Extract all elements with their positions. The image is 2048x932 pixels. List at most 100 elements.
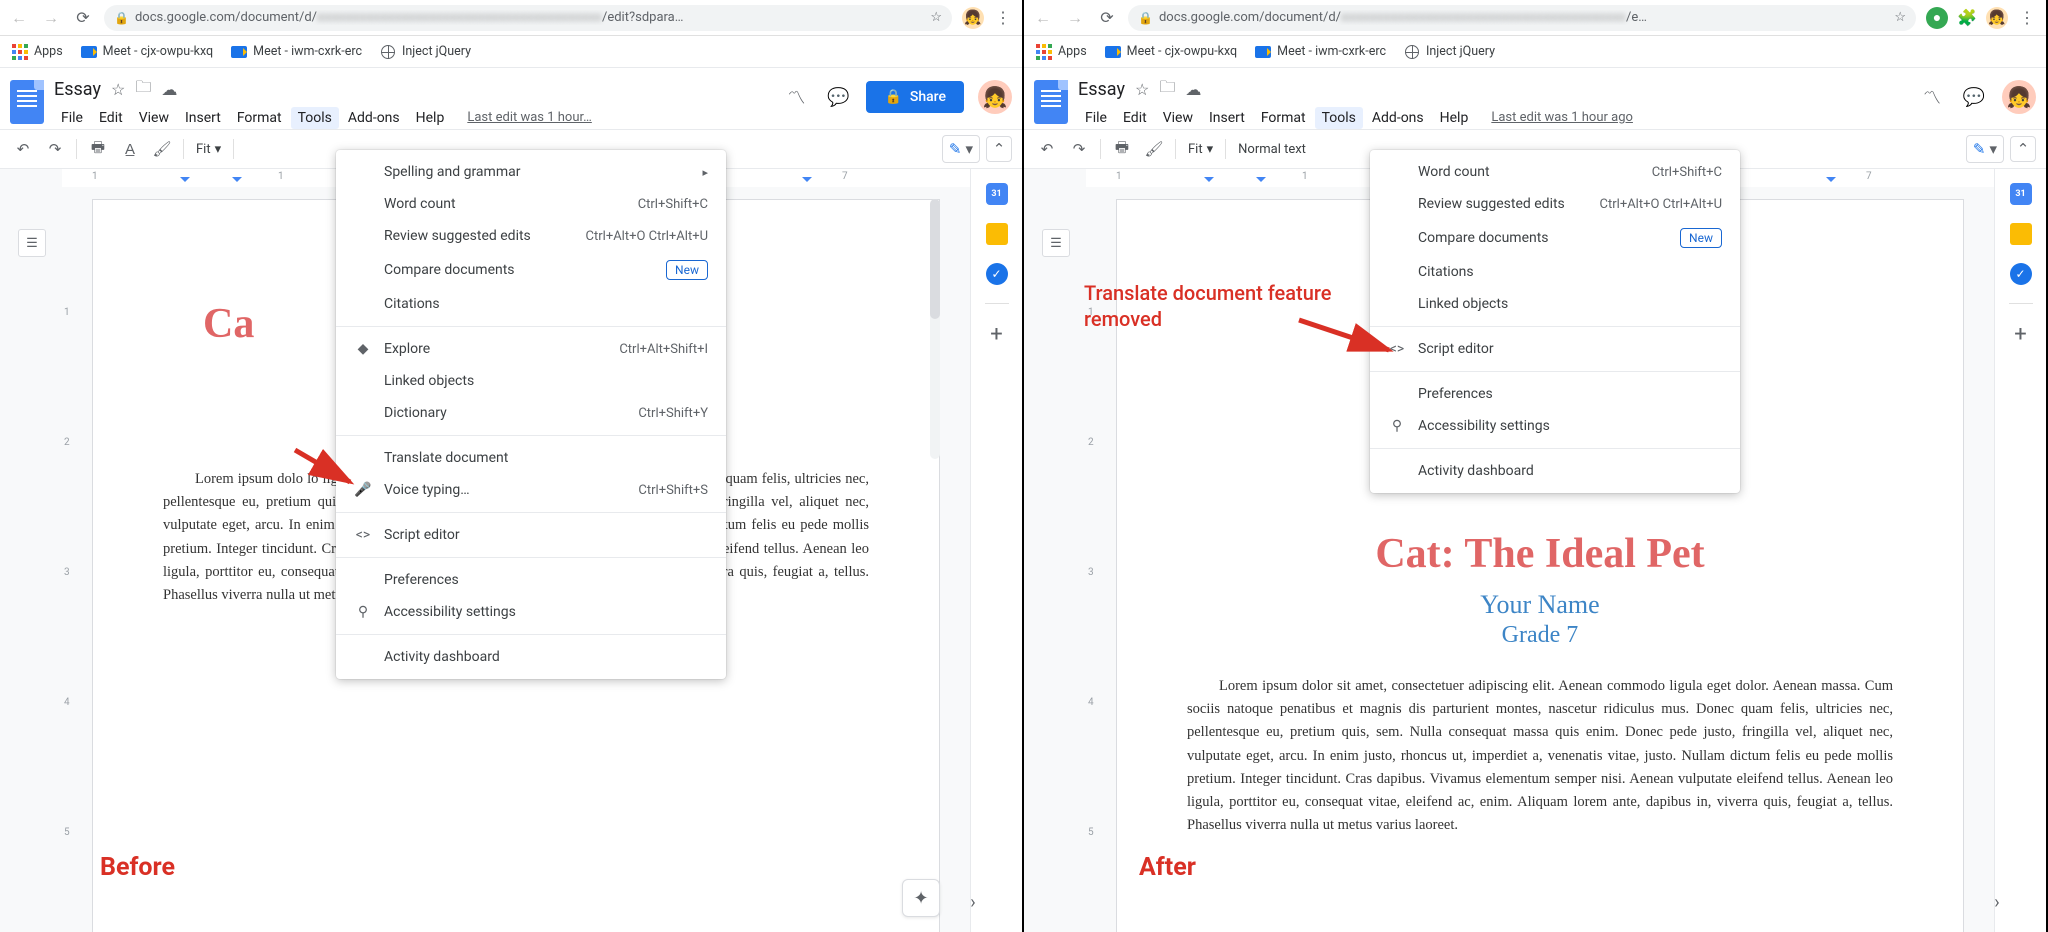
indent-marker-icon[interactable] [1256, 177, 1266, 187]
menu-edit[interactable]: Edit [92, 107, 130, 129]
menu-item-a11y[interactable]: ⚲Accessibility settings [1370, 410, 1740, 442]
editing-mode-button[interactable]: ✎▾ [1966, 135, 2004, 163]
collapse-sidebar-icon[interactable]: ⌃ [986, 136, 1012, 162]
keep-icon[interactable] [2010, 223, 2032, 245]
profile-avatar-icon[interactable]: 👧 [962, 7, 984, 29]
menu-item-compare[interactable]: Compare documentsNew [336, 252, 726, 288]
outline-toggle-icon[interactable]: ☰ [18, 229, 46, 257]
menu-view[interactable]: View [132, 107, 176, 129]
outline-toggle-icon[interactable]: ☰ [1042, 229, 1070, 257]
last-edit-link[interactable]: Last edit was 1 hour ago [1491, 107, 1633, 129]
ext-icon-1[interactable]: ● [1926, 7, 1948, 29]
tasks-icon[interactable] [986, 263, 1008, 285]
menu-item-prefs[interactable]: Preferences [1370, 378, 1740, 410]
menu-item-prefs[interactable]: Preferences [336, 564, 726, 596]
menu-help[interactable]: Help [409, 107, 452, 129]
star-doc-icon[interactable]: ☆ [1135, 80, 1149, 99]
menu-item-compare[interactable]: Compare documentsNew [1370, 220, 1740, 256]
bookmark-inject[interactable]: Inject jQuery [380, 44, 471, 60]
bookmark-apps[interactable]: Apps [1036, 44, 1087, 60]
indent-marker-icon[interactable] [180, 177, 190, 187]
star-doc-icon[interactable]: ☆ [111, 80, 125, 99]
address-bar[interactable]: 🔒 docs.google.com/document/d/xxxxxxxxxxx… [104, 5, 952, 31]
next-page-icon[interactable]: › [1982, 887, 2012, 917]
comments-icon[interactable]: 💬 [824, 83, 852, 111]
print-icon[interactable]: 🖶 [85, 136, 111, 162]
keep-icon[interactable] [986, 223, 1008, 245]
trend-icon[interactable]: 〽 [782, 83, 810, 111]
menu-item-review[interactable]: Review suggested editsCtrl+Alt+O Ctrl+Al… [336, 220, 726, 252]
menu-item-wordcount[interactable]: Word countCtrl+Shift+C [1370, 156, 1740, 188]
vertical-ruler[interactable]: 1 2 3 4 5 [62, 187, 78, 932]
nav-forward-icon[interactable]: → [1064, 7, 1086, 29]
menu-insert[interactable]: Insert [1202, 107, 1252, 129]
trend-icon[interactable]: 〽 [1918, 83, 1946, 111]
tasks-icon[interactable] [2010, 263, 2032, 285]
nav-back-icon[interactable]: ← [8, 7, 30, 29]
comments-icon[interactable]: 💬 [1960, 83, 1988, 111]
extensions-puzzle-icon[interactable]: 🧩 [1956, 7, 1978, 29]
account-avatar-icon[interactable]: 👧 [978, 80, 1012, 114]
bookmark-meet-1[interactable]: Meet - cjx-owpu-kxq [81, 44, 214, 60]
menu-item-linked[interactable]: Linked objects [336, 365, 726, 397]
chrome-menu-icon[interactable]: ⋮ [992, 7, 1014, 29]
zoom-select[interactable]: Fit▾ [192, 142, 225, 157]
explore-fab-icon[interactable]: ✦ [902, 879, 940, 917]
menu-item-dictionary[interactable]: DictionaryCtrl+Shift+Y [336, 397, 726, 429]
collapse-sidebar-icon[interactable]: ⌃ [2010, 136, 2036, 162]
star-icon[interactable]: ☆ [930, 10, 942, 25]
menu-item-citations[interactable]: Citations [1370, 256, 1740, 288]
menu-insert[interactable]: Insert [178, 107, 228, 129]
chrome-menu-icon[interactable]: ⋮ [2016, 7, 2038, 29]
bookmark-inject[interactable]: Inject jQuery [1404, 44, 1495, 60]
document-title[interactable]: Essay [54, 79, 101, 100]
menu-item-explore[interactable]: ◆ExploreCtrl+Alt+Shift+I [336, 333, 726, 365]
menu-addons[interactable]: Add-ons [341, 107, 407, 129]
side-panel-add-icon[interactable]: + [990, 322, 1002, 347]
menu-item-spelling[interactable]: Spelling and grammar▸ [336, 156, 726, 188]
zoom-select[interactable]: Fit▾ [1184, 142, 1217, 157]
calendar-icon[interactable] [986, 183, 1008, 205]
nav-forward-icon[interactable]: → [40, 7, 62, 29]
bookmark-meet-1[interactable]: Meet - cjx-owpu-kxq [1105, 44, 1238, 60]
bookmark-meet-2[interactable]: Meet - iwm-cxrk-erc [231, 44, 362, 60]
style-select[interactable]: Normal text [1234, 142, 1310, 157]
undo-icon[interactable]: ↶ [10, 136, 36, 162]
share-button[interactable]: 🔒 Share [866, 81, 964, 113]
menu-format[interactable]: Format [1254, 107, 1313, 129]
cloud-status-icon[interactable]: ☁ [161, 80, 177, 99]
calendar-icon[interactable] [2010, 183, 2032, 205]
document-title[interactable]: Essay [1078, 79, 1125, 100]
menu-item-citations[interactable]: Citations [336, 288, 726, 320]
menu-item-translate[interactable]: Translate document [336, 442, 726, 474]
indent-marker-icon[interactable] [1204, 177, 1214, 187]
undo-icon[interactable]: ↶ [1034, 136, 1060, 162]
menu-edit[interactable]: Edit [1116, 107, 1154, 129]
menu-addons[interactable]: Add-ons [1365, 107, 1431, 129]
docs-logo-icon[interactable] [10, 80, 44, 124]
profile-avatar-icon[interactable]: 👧 [1986, 7, 2008, 29]
menu-item-activity[interactable]: Activity dashboard [1370, 455, 1740, 487]
spellcheck-icon[interactable]: A̲ [117, 136, 143, 162]
account-avatar-icon[interactable]: 👧 [2002, 80, 2036, 114]
address-bar[interactable]: 🔒 docs.google.com/document/d/xxxxxxxxxxx… [1128, 5, 1916, 31]
print-icon[interactable]: 🖶 [1109, 136, 1135, 162]
nav-back-icon[interactable]: ← [1032, 7, 1054, 29]
paint-format-icon[interactable]: 🖌 [1141, 136, 1167, 162]
menu-item-activity[interactable]: Activity dashboard [336, 641, 726, 673]
redo-icon[interactable]: ↷ [42, 136, 68, 162]
cloud-status-icon[interactable]: ☁ [1185, 80, 1201, 99]
menu-file[interactable]: File [1078, 107, 1114, 129]
move-doc-icon[interactable]: 🗀 [135, 76, 151, 103]
menu-file[interactable]: File [54, 107, 90, 129]
star-icon[interactable]: ☆ [1894, 10, 1906, 25]
nav-reload-icon[interactable]: ⟳ [1096, 7, 1118, 29]
last-edit-link[interactable]: Last edit was 1 hour… [467, 107, 592, 129]
menu-item-linked[interactable]: Linked objects [1370, 288, 1740, 320]
indent-marker-icon[interactable] [232, 177, 242, 187]
indent-marker-icon[interactable] [1826, 177, 1836, 187]
menu-format[interactable]: Format [230, 107, 289, 129]
menu-view[interactable]: View [1156, 107, 1200, 129]
paint-format-icon[interactable]: 🖌 [149, 136, 175, 162]
side-panel-add-icon[interactable]: + [2014, 322, 2026, 347]
